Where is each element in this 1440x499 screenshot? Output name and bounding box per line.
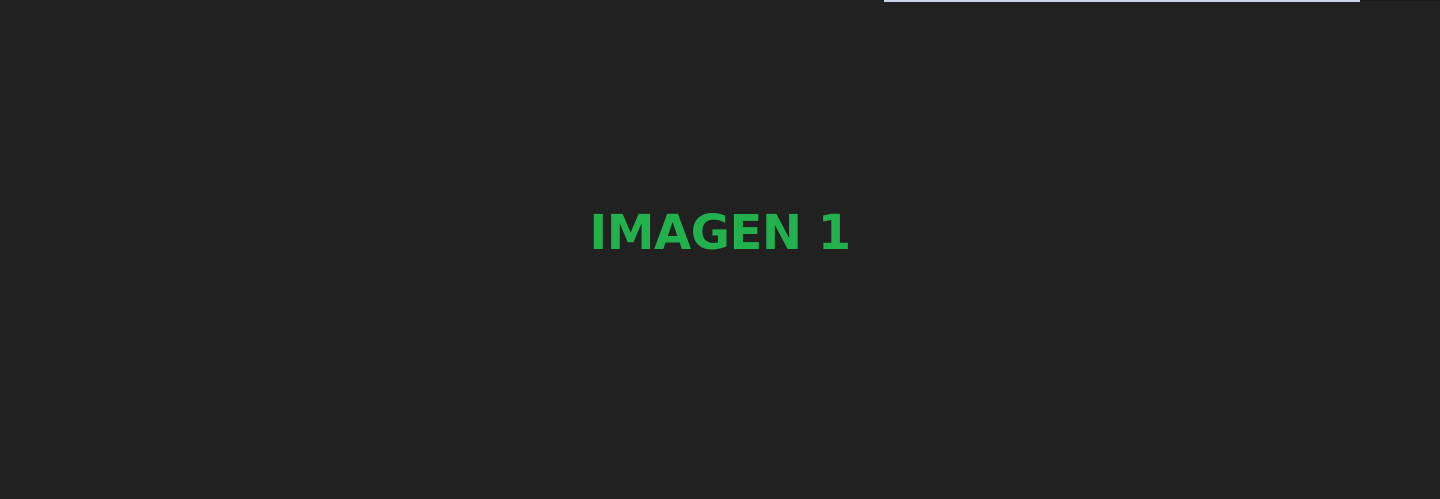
image-placeholder-panel: IMAGEN 1 — [0, 0, 1440, 499]
placeholder-title: IMAGEN 1 — [589, 205, 851, 261]
top-edge-strip — [884, 0, 1360, 2]
top-edge-shadow — [1360, 0, 1440, 1]
